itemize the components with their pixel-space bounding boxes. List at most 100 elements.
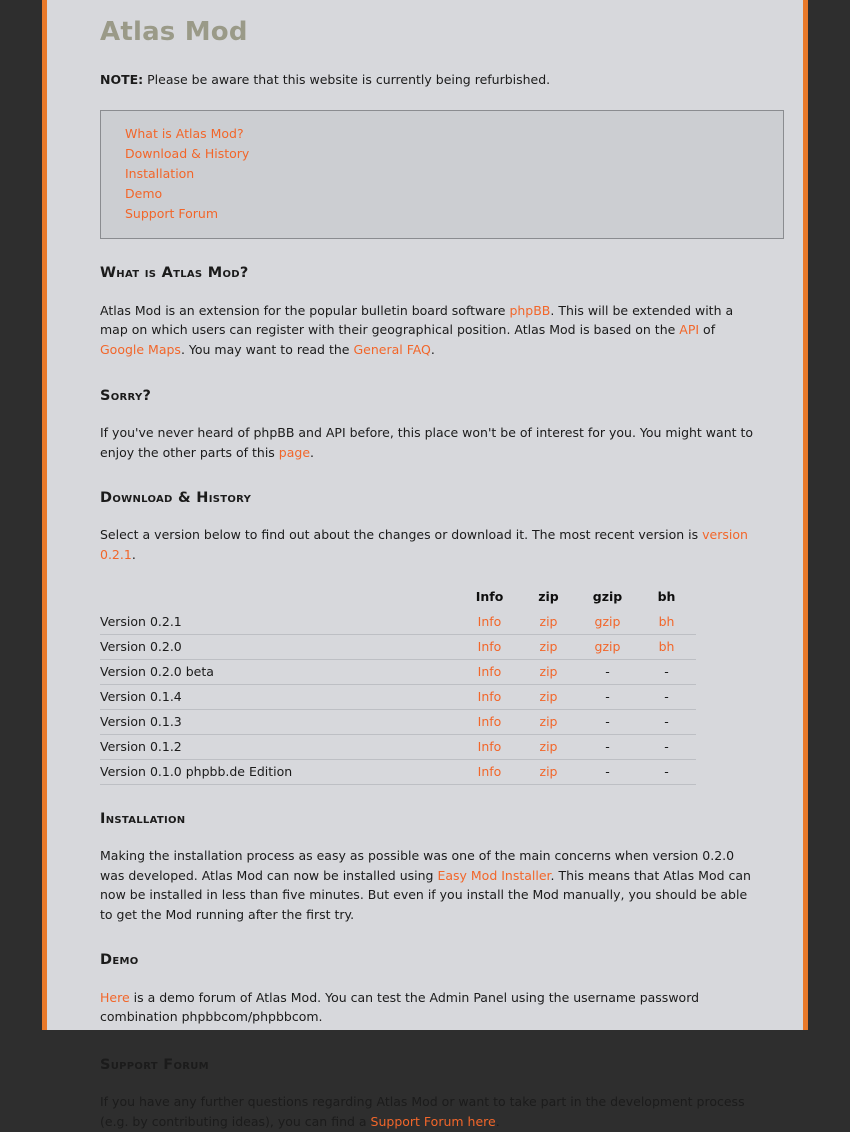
table-of-contents: What is Atlas Mod? Download & History In… bbox=[100, 110, 784, 240]
link-zip[interactable]: zip bbox=[540, 739, 558, 754]
link-api[interactable]: API bbox=[679, 322, 699, 337]
cell-info[interactable]: Info bbox=[460, 634, 519, 660]
cell-gzip[interactable]: gzip bbox=[578, 634, 637, 660]
cell-version: Version 0.1.4 bbox=[100, 684, 460, 710]
link-info[interactable]: Info bbox=[478, 714, 502, 729]
heading-installation: Installation bbox=[100, 810, 186, 827]
cell-zip[interactable]: zip bbox=[519, 734, 578, 760]
text-frag: If you've never heard of phpBB and API b… bbox=[100, 424, 754, 460]
heading-support-forum: Support Forum bbox=[100, 1057, 209, 1074]
link-info[interactable]: Info bbox=[478, 614, 502, 629]
paragraph-support: If you have any further questions regard… bbox=[100, 1074, 756, 1131]
heading-sorry: Sorry? bbox=[100, 387, 152, 404]
cell-zip[interactable]: zip bbox=[519, 609, 578, 635]
cell-version: Version 0.1.3 bbox=[100, 709, 460, 735]
cell-bh: - bbox=[637, 734, 696, 760]
link-zip[interactable]: zip bbox=[540, 689, 558, 704]
cell-bh: - bbox=[637, 684, 696, 710]
nav-item-what-is-atlas-mod[interactable]: What is Atlas Mod? bbox=[101, 124, 783, 144]
placeholder-dash: - bbox=[605, 763, 610, 779]
link-general-faq[interactable]: General FAQ bbox=[353, 342, 430, 357]
placeholder-dash: - bbox=[605, 663, 610, 679]
cell-version: Version 0.2.1 bbox=[100, 609, 460, 635]
cell-gzip: - bbox=[578, 734, 637, 760]
cell-info[interactable]: Info bbox=[460, 684, 519, 710]
cell-zip[interactable]: zip bbox=[519, 759, 578, 785]
link-zip[interactable]: zip bbox=[540, 714, 558, 729]
link-google-maps[interactable]: Google Maps bbox=[100, 342, 181, 357]
link-easy-mod-installer[interactable]: Easy Mod Installer bbox=[437, 868, 550, 883]
heading-download-history: Download & History bbox=[100, 490, 252, 507]
paragraph-sorry: If you've never heard of phpBB and API b… bbox=[100, 405, 756, 462]
cell-bh: - bbox=[637, 709, 696, 735]
cell-zip[interactable]: zip bbox=[519, 709, 578, 735]
link-bh[interactable]: bh bbox=[659, 639, 675, 654]
nav-item-download-history[interactable]: Download & History bbox=[101, 144, 783, 164]
text-frag: of bbox=[699, 322, 716, 338]
paragraph-demo: Here is a demo forum of Atlas Mod. You c… bbox=[100, 970, 756, 1027]
note-label: NOTE: bbox=[100, 71, 144, 87]
cell-info[interactable]: Info bbox=[460, 759, 519, 785]
cell-info[interactable]: Info bbox=[460, 734, 519, 760]
link-demo-here[interactable]: Here bbox=[100, 990, 130, 1005]
cell-zip[interactable]: zip bbox=[519, 659, 578, 685]
link-gzip[interactable]: gzip bbox=[595, 639, 621, 654]
link-zip[interactable]: zip bbox=[540, 614, 558, 629]
cell-version: Version 0.2.0 bbox=[100, 634, 460, 660]
table-row: Version 0.1.2 Info zip - - bbox=[100, 734, 696, 760]
cell-bh: - bbox=[637, 759, 696, 785]
download-table-wrap: Info zip gzip bh Version 0.2.1 Info zip gzi… bbox=[100, 565, 756, 785]
link-page[interactable]: page bbox=[279, 445, 310, 460]
page-title: Atlas Mod bbox=[100, 17, 248, 47]
cell-gzip[interactable]: gzip bbox=[578, 609, 637, 635]
table-row: Version 0.2.1 Info zip gzip bh bbox=[100, 609, 696, 635]
text-frag: . You may want to read the bbox=[180, 341, 354, 357]
nav-item-support-forum[interactable]: Support Forum bbox=[101, 204, 783, 224]
cell-bh[interactable]: bh bbox=[637, 634, 696, 660]
nav-item-installation[interactable]: Installation bbox=[101, 164, 783, 184]
link-support-forum[interactable]: Support Forum here bbox=[371, 1114, 496, 1129]
link-gzip[interactable]: gzip bbox=[595, 614, 621, 629]
page-content: Atlas Mod NOTE: Please be aware that thi… bbox=[47, 0, 803, 1132]
cell-info[interactable]: Info bbox=[460, 609, 519, 635]
table-row: Version 0.1.4 Info zip - - bbox=[100, 684, 696, 710]
cell-bh[interactable]: bh bbox=[637, 609, 696, 635]
paragraph-download: Select a version below to find out about… bbox=[100, 507, 756, 564]
cell-version: Version 0.1.2 bbox=[100, 734, 460, 760]
cell-zip[interactable]: zip bbox=[519, 634, 578, 660]
table-header-row: Info zip gzip bh bbox=[100, 587, 696, 610]
nav-item-demo[interactable]: Demo bbox=[101, 184, 783, 204]
link-zip[interactable]: zip bbox=[540, 639, 558, 654]
note-text: Please be aware that this website is cur… bbox=[143, 71, 551, 87]
cell-bh: - bbox=[637, 659, 696, 685]
cell-gzip: - bbox=[578, 659, 637, 685]
cell-zip[interactable]: zip bbox=[519, 684, 578, 710]
cell-version: Version 0.2.0 beta bbox=[100, 659, 460, 685]
placeholder-dash: - bbox=[664, 688, 669, 704]
link-phpbb[interactable]: phpBB bbox=[509, 303, 550, 318]
text-frag: . bbox=[310, 444, 315, 460]
placeholder-dash: - bbox=[605, 688, 610, 704]
paragraph-installation: Making the installation process as easy … bbox=[100, 828, 756, 924]
cell-info[interactable]: Info bbox=[460, 659, 519, 685]
cell-info[interactable]: Info bbox=[460, 709, 519, 735]
link-info[interactable]: Info bbox=[478, 664, 502, 679]
col-header-gzip: gzip bbox=[592, 588, 623, 604]
link-bh[interactable]: bh bbox=[659, 614, 675, 629]
link-info[interactable]: Info bbox=[478, 689, 502, 704]
link-zip[interactable]: zip bbox=[540, 764, 558, 779]
link-zip[interactable]: zip bbox=[540, 664, 558, 679]
link-info[interactable]: Info bbox=[478, 764, 502, 779]
cell-gzip: - bbox=[578, 759, 637, 785]
heading-what-is-atlas-mod: What is Atlas Mod? bbox=[100, 265, 249, 282]
text-frag: . bbox=[430, 341, 435, 357]
col-header-zip: zip bbox=[538, 588, 559, 604]
link-info[interactable]: Info bbox=[478, 639, 502, 654]
table-row: Version 0.2.0 beta Info zip - - bbox=[100, 659, 696, 685]
cell-version: Version 0.1.0 phpbb.de Edition bbox=[100, 759, 460, 785]
heading-demo: Demo bbox=[100, 952, 139, 969]
text-frag: . bbox=[131, 547, 136, 563]
link-info[interactable]: Info bbox=[478, 739, 502, 754]
col-header-bh: bh bbox=[657, 588, 676, 604]
refurbish-note: NOTE: Please be aware that this website … bbox=[100, 71, 756, 90]
